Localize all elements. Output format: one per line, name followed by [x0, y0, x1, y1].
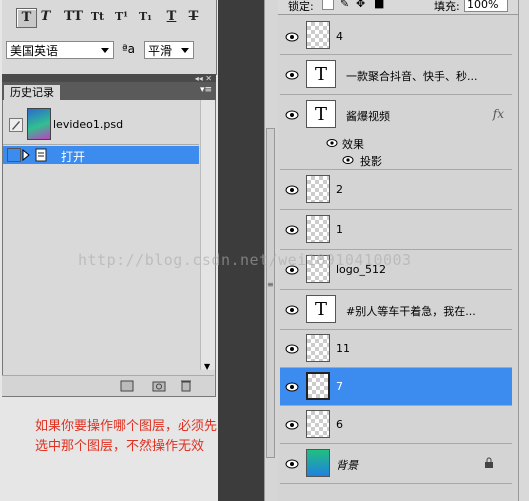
snapshot-thumbnail [27, 108, 51, 140]
lock-paint-icon[interactable]: ✎ [340, 0, 349, 10]
layers-lock-bar: 锁定: ✎ ✥ ■ 填充: 100% [278, 0, 518, 15]
panel-menu-icon[interactable]: ▾≡ [200, 85, 212, 95]
eye-icon[interactable] [284, 419, 300, 431]
eye-icon[interactable] [342, 154, 354, 168]
panel-divider: ◂◂ ✕ [2, 74, 216, 83]
grip-icon[interactable]: ≡ [267, 280, 274, 289]
eye-icon[interactable] [284, 343, 300, 355]
layer-name[interactable]: 酱爆视频 [346, 108, 390, 124]
layer-row-selected[interactable]: 7 [280, 368, 512, 406]
small-caps-button[interactable]: Tt [88, 8, 107, 26]
layer-row[interactable]: T #别人等车干着急，我在... [280, 290, 512, 330]
character-panel: T T TT Tt T¹ T₁ T T 美国英语 ªa 平滑 [2, 0, 217, 75]
background-thumbnail [306, 449, 330, 477]
text-layer-thumbnail: T [306, 295, 336, 323]
fill-input[interactable]: 100% [464, 0, 508, 12]
layer-name[interactable]: 11 [336, 342, 350, 355]
layer-name[interactable]: 背景 [336, 457, 358, 473]
layer-thumbnail [306, 21, 330, 49]
antialias-select[interactable]: 平滑 [144, 41, 194, 59]
layer-name[interactable]: #别人等车干着急，我在... [346, 303, 476, 319]
layer-row[interactable]: 2 [280, 170, 512, 210]
strikethrough-button[interactable]: T [184, 8, 203, 26]
fx-icon[interactable]: fx [493, 107, 504, 121]
language-select[interactable]: 美国英语 [6, 41, 114, 59]
layer-row[interactable]: 4 [280, 15, 512, 55]
lock-icon [485, 457, 493, 468]
layer-row[interactable]: 1 [280, 210, 512, 250]
layer-name[interactable]: 1 [336, 223, 343, 236]
eye-icon[interactable] [284, 224, 300, 236]
subscript-button[interactable]: T₁ [136, 8, 155, 26]
document-icon [35, 148, 47, 162]
eye-icon[interactable] [284, 458, 300, 470]
history-snapshot-row[interactable]: levideo1.psd [3, 104, 199, 145]
all-caps-button[interactable]: TT [64, 8, 83, 26]
new-document-from-state-icon[interactable] [120, 380, 134, 392]
lock-move-icon[interactable]: ✥ [356, 0, 365, 10]
history-step-row[interactable]: 打开 [3, 146, 199, 164]
text-layer-thumbnail: T [306, 60, 336, 88]
antialias-value: 平滑 [148, 44, 173, 58]
eye-icon[interactable] [284, 109, 300, 121]
layer-thumbnail [306, 334, 330, 362]
tab-history[interactable]: 历史记录 [4, 85, 60, 100]
fill-label: 填充: [434, 0, 460, 13]
history-state-marker-icon [22, 148, 30, 162]
lock-label: 锁定: [288, 0, 314, 13]
layer-name[interactable]: 7 [336, 380, 343, 393]
layer-thumbnail [306, 215, 330, 243]
history-panel-body: levideo1.psd 打开 ▼ [2, 100, 216, 397]
chevron-down-icon [181, 48, 189, 53]
eye-icon[interactable] [284, 31, 300, 43]
layer-row[interactable]: 背景 [280, 444, 512, 484]
eye-icon[interactable] [284, 381, 300, 393]
effect-label[interactable]: 投影 [360, 153, 382, 169]
watermark: http://blog.csdn.net/wei10910410003 [78, 251, 412, 269]
layer-row[interactable]: 6 [280, 406, 512, 444]
layer-row[interactable]: T 一款聚合抖音、快手、秒... [280, 55, 512, 95]
layer-thumbnail [306, 175, 330, 203]
effects-row[interactable]: 效果 [280, 135, 512, 152]
eye-icon[interactable] [326, 137, 338, 151]
scroll-down-icon[interactable]: ▼ [204, 362, 210, 371]
layer-name[interactable]: 2 [336, 183, 343, 196]
faux-bold-button[interactable]: T [16, 8, 37, 28]
canvas-scrollbar-thumb[interactable] [266, 128, 275, 458]
history-brush-icon[interactable] [9, 118, 23, 132]
layer-name[interactable]: 一款聚合抖音、快手、秒... [346, 68, 478, 84]
superscript-button[interactable]: T¹ [112, 8, 131, 26]
lock-all-icon[interactable]: ■ [374, 0, 384, 10]
history-footer [2, 375, 214, 396]
history-scrollbar[interactable]: ▼ [200, 100, 215, 371]
eye-icon[interactable] [284, 184, 300, 196]
text-layer-thumbnail: T [306, 100, 336, 128]
history-panel-header: 历史记录 ▾≡ [2, 82, 216, 100]
history-source-checkbox[interactable] [7, 148, 21, 162]
layer-thumbnail [306, 410, 330, 438]
layer-name[interactable]: 6 [336, 418, 343, 431]
antialias-icon: ªa [122, 42, 136, 56]
camera-icon[interactable] [152, 379, 166, 392]
snapshot-name: levideo1.psd [53, 118, 124, 131]
layer-name[interactable]: 4 [336, 30, 343, 43]
trash-icon[interactable] [180, 379, 192, 392]
layer-thumbnail [306, 372, 330, 400]
faux-italic-button[interactable]: T [36, 8, 55, 26]
layers-scrollbar[interactable] [518, 0, 529, 501]
layer-row[interactable]: 11 [280, 330, 512, 368]
eye-icon[interactable] [284, 304, 300, 316]
effect-row[interactable]: 投影 [280, 152, 512, 170]
eye-icon[interactable] [284, 69, 300, 81]
history-step-label: 打开 [61, 150, 86, 164]
underline-button[interactable]: T [162, 8, 181, 26]
language-value: 美国英语 [10, 44, 59, 58]
chevron-down-icon [101, 48, 109, 53]
layer-row[interactable]: T 酱爆视频 fx [280, 95, 512, 135]
lock-transparency-icon[interactable] [322, 0, 334, 10]
effects-label[interactable]: 效果 [342, 136, 364, 152]
